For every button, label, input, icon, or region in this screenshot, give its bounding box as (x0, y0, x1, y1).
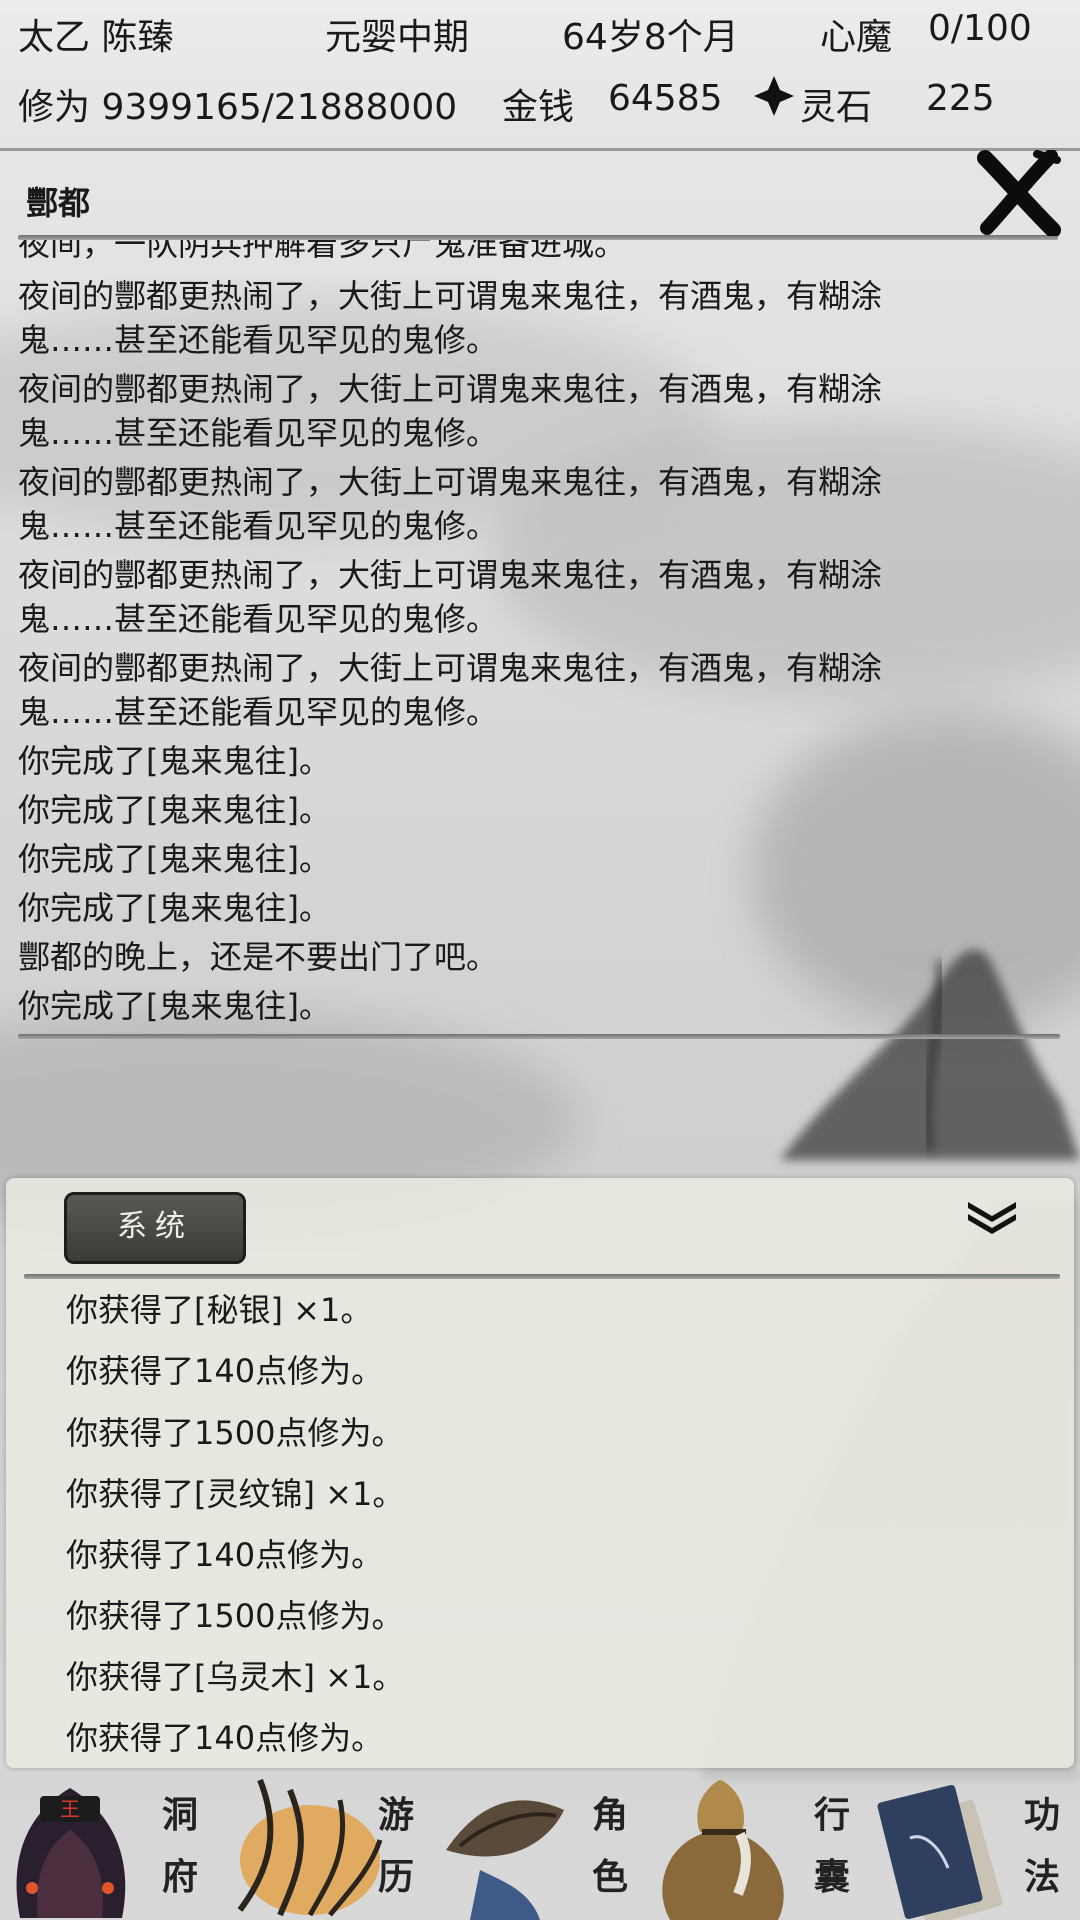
nav-label: 色 (591, 1856, 628, 1898)
story-line: 夜间的酆都更热闹了，大街上可谓鬼来鬼往，有酒鬼，有糊涂 (18, 463, 883, 501)
nav-label: 行 (813, 1794, 850, 1836)
nav-label: 法 (1023, 1856, 1060, 1898)
double-chevron-down-icon (968, 1202, 1016, 1234)
story-line: 鬼……甚至还能看见罕见的鬼修。 (18, 507, 499, 545)
nav-label: 角 (591, 1794, 628, 1836)
nav-label: 历 (377, 1856, 414, 1898)
story-log[interactable]: 夜间，一队阴兵押解着多只尸鬼准备进城。 夜间的酆都更热闹了，大街上可谓鬼来鬼往，… (0, 240, 1080, 1030)
nav-cave-mansion[interactable]: 王 洞 府 (0, 1770, 220, 1920)
close-button[interactable] (975, 149, 1061, 238)
system-line: 你获得了140点修为。 (66, 1536, 384, 1574)
bamboo-hat-icon (446, 1800, 564, 1920)
story-line: 夜间的酆都更热闹了，大街上可谓鬼来鬼往，有酒鬼，有糊涂 (18, 370, 883, 408)
heart-demon-value: 0/100 (928, 8, 1032, 49)
system-line: 你获得了140点修为。 (66, 1719, 384, 1757)
bottom-navigation: 王 洞 府 游 历 角 色 行 囊 功 法 (0, 1770, 1080, 1920)
story-line: 你完成了[鬼来鬼往]。 (18, 791, 331, 829)
story-log-divider (18, 1034, 1060, 1039)
spirit-stone-icon (752, 74, 796, 128)
nav-character[interactable]: 角 色 (440, 1770, 650, 1920)
sack-bag-icon (662, 1780, 784, 1920)
story-line: 夜间的酆都更热闹了，大街上可谓鬼来鬼往，有酒鬼，有糊涂 (18, 277, 883, 315)
story-line: 你完成了[鬼来鬼往]。 (18, 742, 331, 780)
system-line: 你获得了1500点修为。 (66, 1414, 404, 1452)
heart-demon-label: 心魔 (820, 17, 893, 58)
system-line: 你获得了140点修为。 (66, 1352, 384, 1390)
location-header: 酆都 (0, 150, 1080, 238)
character-age: 64岁8个月 (562, 17, 739, 58)
nav-label: 囊 (813, 1856, 850, 1898)
nav-label: 游 (377, 1794, 414, 1836)
travel-grass-icon (237, 1778, 383, 1917)
system-line: 你获得了[灵纹锦] ×1。 (66, 1475, 405, 1513)
story-line: 鬼……甚至还能看见罕见的鬼修。 (18, 414, 499, 452)
story-line: 酆都的晚上，还是不要出门了吧。 (18, 938, 499, 976)
system-line: 你获得了[秘银] ×1。 (66, 1291, 373, 1329)
story-line: 夜间的酆都更热闹了，大街上可谓鬼来鬼往，有酒鬼，有糊涂 (18, 556, 883, 594)
system-line: 你获得了1500点修为。 (66, 1597, 404, 1635)
nav-label: 府 (161, 1856, 198, 1898)
system-tab[interactable]: 系统 (64, 1192, 246, 1264)
story-line: 你完成了[鬼来鬼往]。 (18, 987, 331, 1025)
spirit-stone-value: 225 (926, 78, 995, 119)
money-label: 金钱 (502, 87, 575, 128)
system-line: 你获得了[乌灵木] ×1。 (66, 1658, 405, 1696)
location-title: 酆都 (26, 184, 91, 222)
character-name: 太乙 陈臻 (18, 17, 174, 58)
system-message-panel: 系统 你获得了[秘银] ×1。 你获得了140点修为。 你获得了1500点修为。… (6, 1178, 1074, 1768)
nav-techniques[interactable]: 功 法 (870, 1770, 1080, 1920)
cultivation-progress: 修为 9399165/21888000 (18, 87, 458, 128)
story-line: 鬼……甚至还能看见罕见的鬼修。 (18, 600, 499, 638)
story-line: 夜间的酆都更热闹了，大街上可谓鬼来鬼往，有酒鬼，有糊涂 (18, 649, 883, 687)
story-line: 鬼……甚至还能看见罕见的鬼修。 (18, 693, 499, 731)
nav-travel[interactable]: 游 历 (220, 1770, 440, 1920)
svg-text:王: 王 (60, 1797, 80, 1821)
story-line: 夜间，一队阴兵押解着多只尸鬼准备进城。 (18, 240, 627, 263)
spirit-stone-label: 灵石 (800, 87, 873, 128)
cave-mansion-icon: 王 (16, 1788, 126, 1918)
story-line: 鬼……甚至还能看见罕见的鬼修。 (18, 321, 499, 359)
nav-label: 功 (1023, 1794, 1060, 1836)
close-x-icon (977, 149, 1061, 238)
scroll-book-icon (877, 1784, 1003, 1920)
system-panel-divider (24, 1274, 1060, 1279)
story-line: 你完成了[鬼来鬼往]。 (18, 840, 331, 878)
story-line: 你完成了[鬼来鬼往]。 (18, 889, 331, 927)
status-bar: 太乙 陈臻 元婴中期 64岁8个月 心魔 0/100 修为 9399165/21… (0, 0, 1080, 151)
nav-label: 洞 (161, 1794, 198, 1836)
money-value: 64585 (608, 78, 723, 119)
collapse-panel-button[interactable] (964, 1198, 1020, 1238)
nav-inventory[interactable]: 行 囊 (650, 1770, 870, 1920)
cultivation-realm: 元婴中期 (325, 17, 470, 58)
